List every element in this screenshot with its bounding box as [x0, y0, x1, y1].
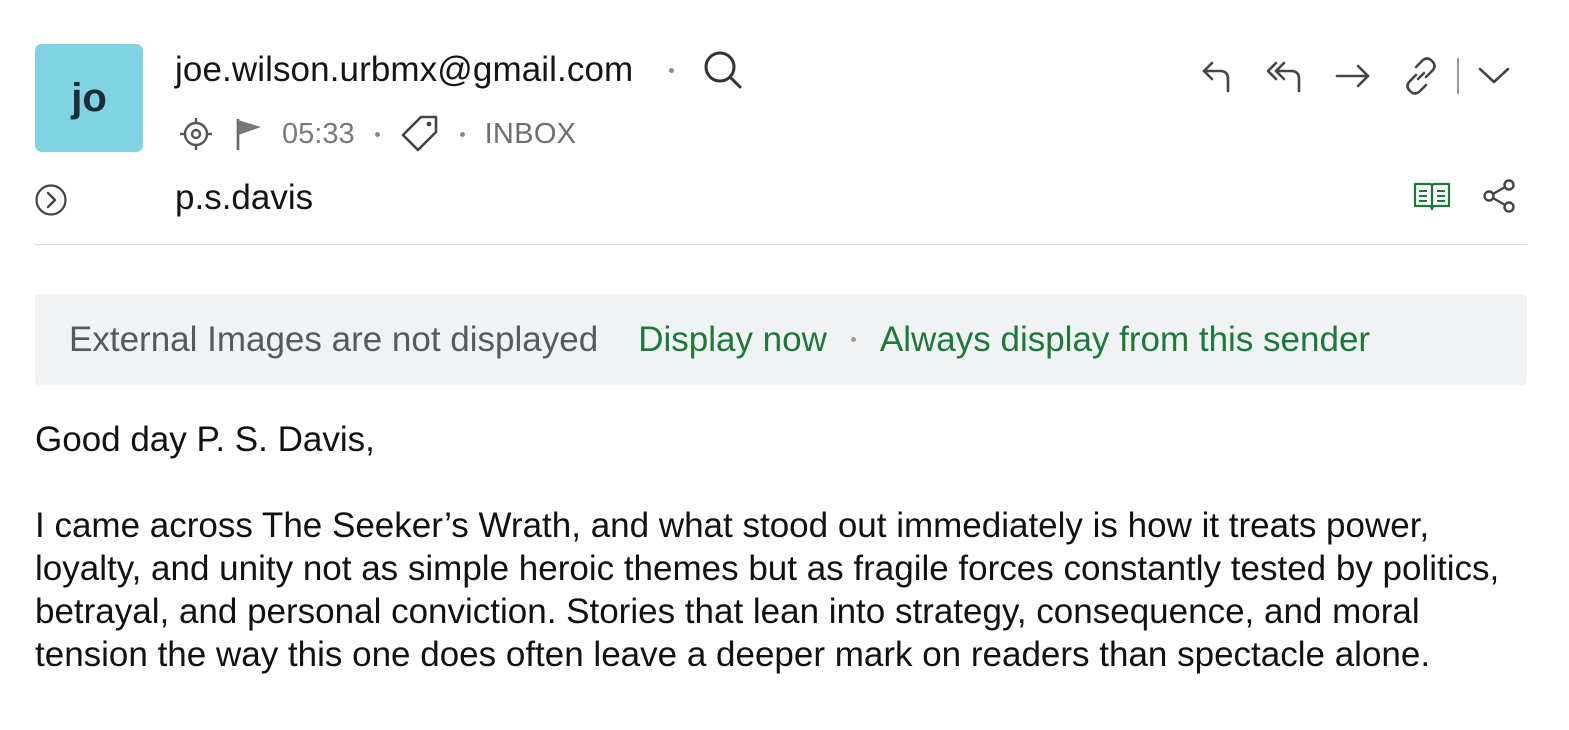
banner-message: External Images are not displayed [69, 319, 599, 359]
folder-label[interactable]: INBOX [485, 118, 577, 151]
display-now-link[interactable]: Display now [638, 320, 827, 360]
separator-dot [459, 131, 465, 137]
search-icon[interactable] [702, 49, 744, 91]
message-paragraph: I came across The Seeker’s Wrath, and wh… [35, 506, 1500, 674]
always-display-link[interactable]: Always display from this sender [880, 320, 1370, 360]
external-images-banner: External Images are not displayed Displa… [35, 294, 1527, 385]
message-actions [1183, 54, 1519, 98]
avatar: jo [35, 44, 143, 152]
recipient-name[interactable]: p.s.davis [175, 178, 313, 218]
sender-email[interactable]: joe.wilson.urbmx@gmail.com [175, 50, 633, 90]
chevron-right-circle-icon[interactable] [34, 183, 68, 217]
message-greeting: Good day P. S. Davis, [35, 420, 375, 459]
email-view: jo joe.wilson.urbmx@gmail.com 05:33 INBO… [0, 0, 1569, 730]
message-tools [1413, 178, 1517, 214]
toolbar-separator [1457, 58, 1459, 94]
separator-dot [850, 337, 856, 342]
flag-icon[interactable] [234, 116, 264, 152]
meta-row: 05:33 INBOX [178, 112, 576, 156]
forward-icon[interactable] [1319, 54, 1387, 98]
message-time: 05:33 [282, 117, 355, 150]
separator-dot [374, 131, 380, 137]
book-open-icon[interactable] [1413, 181, 1451, 211]
separator-dot [669, 67, 675, 73]
tag-icon[interactable] [400, 114, 440, 154]
link-icon[interactable] [1387, 54, 1455, 98]
chevron-down-icon[interactable] [1469, 54, 1519, 98]
avatar-initials: jo [71, 75, 107, 120]
sender-row: joe.wilson.urbmx@gmail.com [175, 46, 744, 94]
header-divider [35, 244, 1527, 245]
reply-all-icon[interactable] [1251, 54, 1319, 98]
crosshair-icon[interactable] [178, 116, 214, 152]
message-body: Good day P. S. Davis, I came across The … [35, 418, 1515, 676]
share-icon[interactable] [1481, 178, 1517, 214]
reply-icon[interactable] [1183, 54, 1251, 98]
